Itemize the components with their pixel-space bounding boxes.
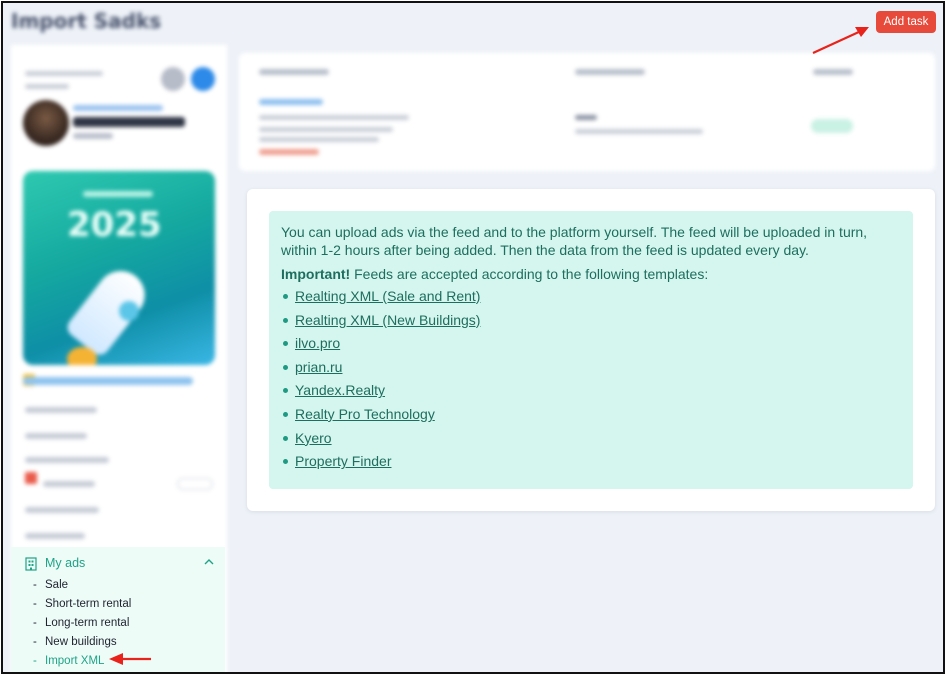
building-icon: [25, 557, 37, 571]
sidebar-item[interactable]: [25, 433, 87, 439]
list-item: prian.ru: [281, 358, 901, 382]
important-label: Important!: [281, 266, 351, 282]
table-row-text: [575, 129, 703, 134]
important-text: Feeds are accepted according to the foll…: [350, 266, 709, 282]
my-ads-item-import-xml[interactable]: - Import XML: [33, 655, 104, 667]
promo-year: 2025: [67, 205, 162, 245]
my-ads-item-short-term-rental[interactable]: - Short-term rental: [33, 598, 131, 610]
list-item: Realting XML (Sale and Rent): [281, 287, 901, 311]
my-ads-item-label: Import XML: [45, 655, 105, 667]
table-header: [813, 69, 853, 75]
my-ads-item-new-buildings[interactable]: - New buildings: [33, 636, 117, 648]
profile-action-icon[interactable]: [191, 67, 215, 91]
template-link-ilvo[interactable]: ilvo.pro: [295, 335, 340, 351]
user-subtitle: [73, 133, 113, 139]
feed-info-card: You can upload ads via the feed and to t…: [247, 189, 935, 511]
table-row-text: [259, 115, 409, 120]
promo-link[interactable]: [23, 377, 193, 385]
avatar[interactable]: [23, 100, 69, 146]
annotation-arrow-icon: [109, 653, 151, 665]
table-row-text: [575, 115, 597, 120]
table-row-link[interactable]: [259, 99, 323, 105]
promo-subtitle: [83, 191, 153, 197]
my-ads-item-label: New buildings: [45, 636, 117, 648]
app-frame: Import Sadks 2025 Add task You can uploa…: [1, 1, 945, 674]
add-task-button[interactable]: Add task: [876, 11, 936, 33]
important-note: Important! Feeds are accepted according …: [281, 265, 901, 283]
list-item: Property Finder: [281, 452, 901, 476]
table-header: [259, 69, 329, 75]
template-link-prian[interactable]: prian.ru: [295, 359, 342, 375]
tasks-table: [239, 53, 935, 171]
table-row-text: [259, 137, 379, 142]
sidebar-item[interactable]: [43, 481, 95, 487]
rocket-icon: [63, 261, 155, 359]
annotation-arrow-icon: [812, 27, 869, 54]
table-header: [575, 69, 645, 75]
template-link-realty-pro[interactable]: Realty Pro Technology: [295, 406, 435, 422]
template-link-yandex-realty[interactable]: Yandex.Realty: [295, 382, 385, 398]
table-row-delete[interactable]: [259, 149, 319, 155]
sidebar-badge: [177, 478, 213, 490]
template-link-kyero[interactable]: Kyero: [295, 430, 332, 446]
sidebar-item[interactable]: [25, 507, 99, 513]
rocket-window-icon: [119, 301, 139, 321]
promo-banner[interactable]: 2025: [23, 171, 215, 365]
list-item: Kyero: [281, 429, 901, 453]
my-ads-item-sale[interactable]: - Sale: [33, 579, 68, 591]
sidebar-item[interactable]: [25, 533, 85, 539]
sidebar-user-meta: [25, 67, 103, 93]
user-link[interactable]: [73, 105, 163, 111]
feed-intro-text: You can upload ads via the feed and to t…: [281, 224, 868, 258]
template-link-realting-new-buildings[interactable]: Realting XML (New Buildings): [295, 312, 480, 328]
sidebar-item[interactable]: [25, 457, 109, 463]
my-ads-item-label: Short-term rental: [45, 598, 132, 610]
list-item: Realty Pro Technology: [281, 405, 901, 429]
notifications-icon[interactable]: [161, 67, 185, 91]
rocket-flame-icon: [67, 347, 97, 365]
list-item: Realting XML (New Buildings): [281, 311, 901, 335]
sidebar-item-icon: [25, 472, 37, 484]
template-link-realting-sale-rent[interactable]: Realting XML (Sale and Rent): [295, 288, 480, 304]
user-name: [73, 117, 185, 127]
template-link-property-finder[interactable]: Property Finder: [295, 453, 391, 469]
my-ads-item-label: Long-term rental: [45, 617, 130, 629]
status-badge: [811, 119, 853, 133]
list-item: ilvo.pro: [281, 334, 901, 358]
table-row-text: [259, 127, 393, 132]
my-ads-label: My ads: [45, 556, 86, 570]
sidebar-item[interactable]: [25, 407, 97, 413]
template-list: Realting XML (Sale and Rent) Realting XM…: [281, 287, 901, 476]
my-ads-item-long-term-rental[interactable]: - Long-term rental: [33, 617, 129, 629]
my-ads-item-label: Sale: [45, 579, 69, 591]
list-item: Yandex.Realty: [281, 381, 901, 405]
feed-info-alert: You can upload ads via the feed and to t…: [269, 211, 913, 489]
my-ads-toggle[interactable]: My ads: [11, 547, 225, 579]
chevron-up-icon[interactable]: [203, 556, 215, 568]
page-title: Import Sadks: [11, 9, 162, 33]
